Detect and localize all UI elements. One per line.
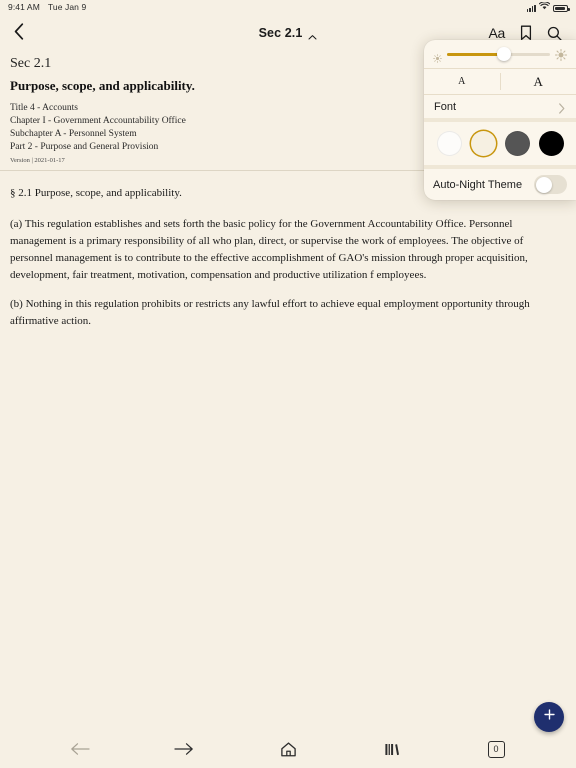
toggle-knob	[535, 176, 552, 193]
tab-count-button[interactable]: 0	[479, 736, 513, 762]
tab-count-label: 0	[487, 740, 505, 758]
bookmark-icon[interactable]	[520, 25, 532, 41]
auto-night-theme-label: Auto-Night Theme	[433, 178, 523, 191]
status-time: 9:41 AM	[8, 2, 40, 12]
search-icon[interactable]	[547, 26, 562, 41]
theme-option-sepia[interactable]	[470, 131, 496, 156]
sun-small-icon	[433, 50, 442, 63]
brightness-control	[424, 40, 576, 68]
text-size-button[interactable]: Aa	[488, 25, 505, 41]
chevron-up-icon[interactable]	[308, 29, 317, 39]
forward-arrow-icon[interactable]	[167, 736, 201, 762]
cellular-signal-icon	[526, 4, 536, 12]
paragraph-b: (b) Nothing in this regulation prohibits…	[10, 298, 530, 327]
library-icon[interactable]	[375, 736, 409, 762]
paragraph-a: (a) This regulation establishes and sets…	[10, 218, 528, 281]
chevron-right-icon	[558, 101, 566, 114]
brightness-slider-fill	[447, 52, 504, 56]
sun-large-icon	[554, 48, 568, 62]
plus-icon	[543, 708, 556, 726]
bottom-toolbar: 0	[0, 730, 576, 768]
nav-actions: Aa	[488, 25, 562, 41]
auto-night-theme-toggle[interactable]	[534, 175, 567, 194]
theme-option-white[interactable]	[436, 131, 462, 156]
status-date: Tue Jan 9	[47, 2, 87, 12]
auto-night-theme-row: Auto-Night Theme	[424, 169, 576, 200]
document-body: § 2.1 Purpose, scope, and applicability.…	[0, 181, 576, 330]
brightness-slider[interactable]	[447, 47, 550, 61]
brightness-slider-thumb[interactable]	[496, 47, 511, 61]
battery-icon	[553, 4, 570, 12]
home-icon[interactable]	[271, 736, 305, 762]
theme-selector	[424, 122, 576, 165]
status-bar: 9:41 AM Tue Jan 9	[0, 0, 576, 14]
page-title[interactable]: Sec 2.1	[259, 26, 303, 40]
chevron-left-icon[interactable]	[14, 22, 36, 44]
theme-option-gray[interactable]	[504, 131, 530, 156]
theme-option-black[interactable]	[538, 131, 564, 156]
wifi-icon	[538, 1, 551, 12]
text-size-controls: A A	[424, 69, 576, 94]
decrease-text-size-button[interactable]: A	[424, 69, 500, 94]
increase-text-size-button[interactable]: A	[501, 69, 576, 94]
back-arrow-icon[interactable]	[63, 736, 97, 762]
add-button[interactable]	[534, 702, 564, 732]
font-selection-row[interactable]: Font	[424, 95, 576, 118]
reader-settings-popover: A A Font Auto-Night Theme	[424, 40, 576, 200]
font-row-label: Font	[434, 100, 457, 113]
